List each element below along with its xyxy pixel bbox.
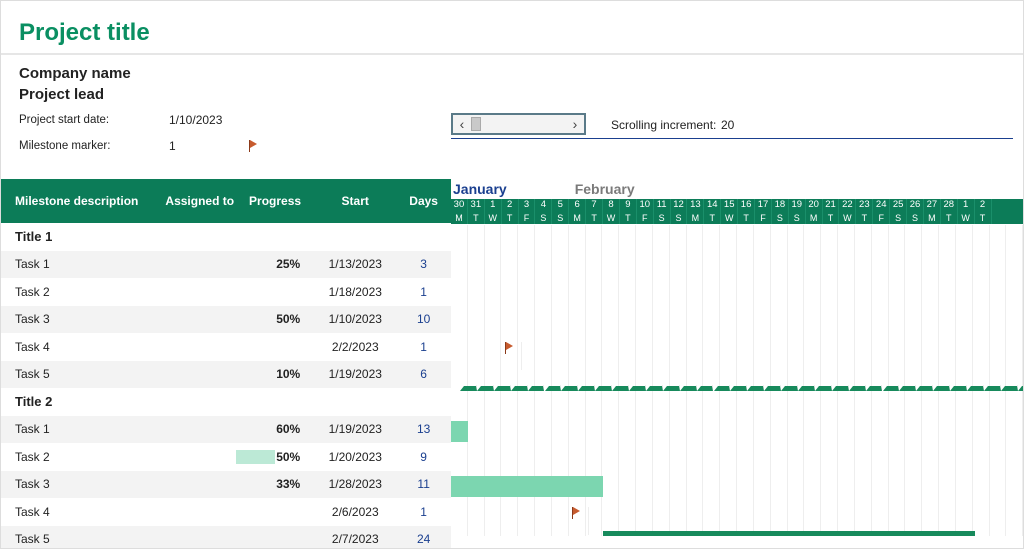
scroll-left-arrow[interactable]: ‹ xyxy=(453,116,471,132)
divider xyxy=(451,138,1013,139)
table-row: Task 160%1/19/202313 xyxy=(1,416,451,444)
table-row: Task 125%1/13/20233 xyxy=(1,251,451,279)
scroll-right-arrow[interactable]: › xyxy=(566,116,584,132)
scroll-thumb[interactable] xyxy=(471,117,481,131)
milestone-label: Milestone marker: xyxy=(19,140,169,152)
col-assigned: Assigned to xyxy=(164,194,236,208)
col-milestone: Milestone description xyxy=(15,194,164,208)
table-row: Task 250%1/20/20239 xyxy=(1,443,451,471)
gantt-bar xyxy=(451,421,468,442)
table-row: Task 510%1/19/20236 xyxy=(1,361,451,389)
col-days: Days xyxy=(396,194,451,208)
project-lead: Project lead xyxy=(1,86,1023,111)
calendar-dates: 3031123456789101112131415161718192021222… xyxy=(451,199,1023,213)
table-row: Task 52/7/202324 xyxy=(1,526,451,549)
flag-icon xyxy=(249,140,261,152)
table-row: Title 2 xyxy=(1,388,451,416)
col-start: Start xyxy=(314,194,396,208)
calendar-days: MTWTFSSMTWTFSSMTWTFSSMTWTFSSMTWT xyxy=(451,213,1023,225)
company-name: Company name xyxy=(1,55,1023,86)
table-row: Task 42/6/20231 xyxy=(1,498,451,526)
start-date-label: Project start date: xyxy=(19,114,169,126)
month-january: January xyxy=(453,181,507,199)
month-february: February xyxy=(575,181,635,199)
table-row: Task 350%1/10/202310 xyxy=(1,306,451,334)
start-date-value: 1/10/2023 xyxy=(169,113,249,127)
project-title: Project title xyxy=(1,1,1023,55)
table-row: Task 21/18/20231 xyxy=(1,278,451,306)
table-row: Task 333%1/28/202311 xyxy=(1,471,451,499)
col-progress: Progress xyxy=(236,194,314,208)
table-header: Milestone description Assigned to Progre… xyxy=(1,179,451,223)
scrolling-inc-value: 20 xyxy=(721,118,734,132)
milestone-value: 1 xyxy=(169,139,249,153)
gantt-bar xyxy=(603,531,975,537)
table-row: Title 1 xyxy=(1,223,451,251)
scroll-control[interactable]: ‹ › xyxy=(451,113,586,135)
gantt-bar xyxy=(451,476,603,497)
scrolling-inc-label: Scrolling increment: xyxy=(611,118,716,132)
table-row: Task 42/2/20231 xyxy=(1,333,451,361)
